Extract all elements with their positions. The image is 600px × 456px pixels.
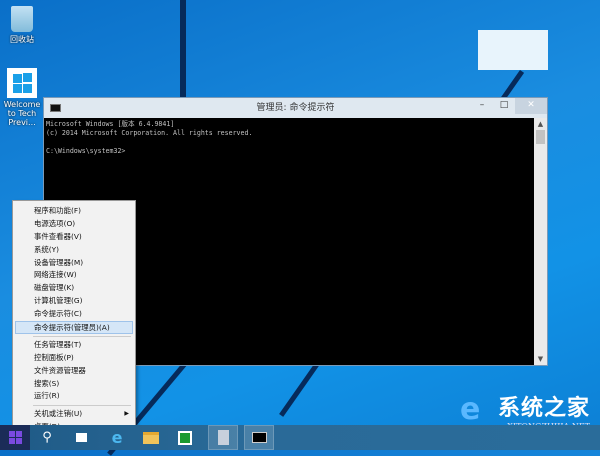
menu-item-disk-management[interactable]: 磁盘管理(K) xyxy=(13,282,135,295)
winx-context-menu: 程序和功能(F) 电源选项(O) 事件查看器(V) 系统(Y) 设备管理器(M)… xyxy=(12,200,136,436)
console-line: (c) 2014 Microsoft Corporation. All righ… xyxy=(46,129,253,137)
windows-logo-icon xyxy=(7,68,37,98)
menu-item-file-explorer[interactable]: 文件资源管理器 xyxy=(13,365,135,378)
recycle-bin-icon xyxy=(11,6,33,32)
photos-icon xyxy=(217,430,229,445)
photos-button[interactable] xyxy=(208,425,238,450)
menu-item-event-viewer[interactable]: 事件查看器(V) xyxy=(13,231,135,244)
watermark-cn: 系统之家 xyxy=(497,396,590,421)
internet-explorer-icon: e xyxy=(111,428,123,447)
start-button[interactable] xyxy=(0,425,30,450)
icon-label: Welcome to Tech Previ... xyxy=(3,100,41,127)
menu-item-label: 关机或注销(U) xyxy=(34,409,83,419)
menu-item-network[interactable]: 网络连接(W) xyxy=(13,269,135,282)
store-button[interactable] xyxy=(170,425,200,450)
minimize-button[interactable]: – xyxy=(471,98,493,114)
scrollbar[interactable]: ▲ ▼ xyxy=(534,118,547,365)
watermark-logo-icon: e xyxy=(459,392,481,427)
scroll-thumb[interactable] xyxy=(536,130,545,144)
scroll-up-icon[interactable]: ▲ xyxy=(534,118,547,130)
menu-item-search[interactable]: 搜索(S) xyxy=(13,378,135,391)
menu-item-run[interactable]: 运行(R) xyxy=(13,390,135,403)
search-icon: ⚲ xyxy=(42,430,52,445)
task-view-button[interactable] xyxy=(66,425,96,450)
console-line: Microsoft Windows [版本 6.4.9841] xyxy=(46,120,175,128)
menu-separator xyxy=(33,335,131,337)
menu-item-command-prompt-admin[interactable]: 命令提示符(管理员)(A) xyxy=(15,321,133,334)
menu-item-computer-management[interactable]: 计算机管理(G) xyxy=(13,295,135,308)
menu-separator xyxy=(33,405,131,407)
submenu-arrow-icon: ▶ xyxy=(124,410,129,418)
menu-item-programs[interactable]: 程序和功能(F) xyxy=(13,205,135,218)
desktop-icon-welcome[interactable]: Welcome to Tech Previ... xyxy=(0,66,44,127)
menu-item-shutdown[interactable]: 关机或注销(U) ▶ xyxy=(13,408,135,421)
menu-item-power-options[interactable]: 电源选项(O) xyxy=(13,218,135,231)
maximize-button[interactable]: □ xyxy=(493,98,515,114)
title-bar[interactable]: 管理员: 命令提示符 – □ ✕ xyxy=(44,98,547,118)
command-prompt-button[interactable] xyxy=(244,425,274,450)
task-view-icon xyxy=(75,433,87,442)
cmd-icon xyxy=(251,432,267,443)
desktop-icon-recycle-bin[interactable]: 回收站 xyxy=(0,2,44,45)
folder-icon xyxy=(143,431,159,444)
cmd-icon xyxy=(50,104,61,112)
file-explorer-button[interactable] xyxy=(136,425,166,450)
menu-item-command-prompt[interactable]: 命令提示符(C) xyxy=(13,308,135,321)
icon-label: 回收站 xyxy=(10,35,34,44)
windows-logo-icon xyxy=(8,431,22,444)
store-icon xyxy=(178,430,192,445)
wallpaper-highlight xyxy=(478,30,548,70)
internet-explorer-button[interactable]: e xyxy=(102,425,132,450)
window-title: 管理员: 命令提示符 xyxy=(256,103,335,113)
close-button[interactable]: ✕ xyxy=(515,98,547,114)
menu-item-control-panel[interactable]: 控制面板(P) xyxy=(13,352,135,365)
taskbar: ⚲ e xyxy=(0,425,600,450)
scroll-down-icon[interactable]: ▼ xyxy=(534,353,547,365)
menu-item-task-manager[interactable]: 任务管理器(T) xyxy=(13,339,135,352)
search-button[interactable]: ⚲ xyxy=(32,425,62,450)
console-prompt: C:\Windows\system32> xyxy=(46,147,126,155)
menu-item-system[interactable]: 系统(Y) xyxy=(13,244,135,257)
menu-item-device-manager[interactable]: 设备管理器(M) xyxy=(13,257,135,270)
